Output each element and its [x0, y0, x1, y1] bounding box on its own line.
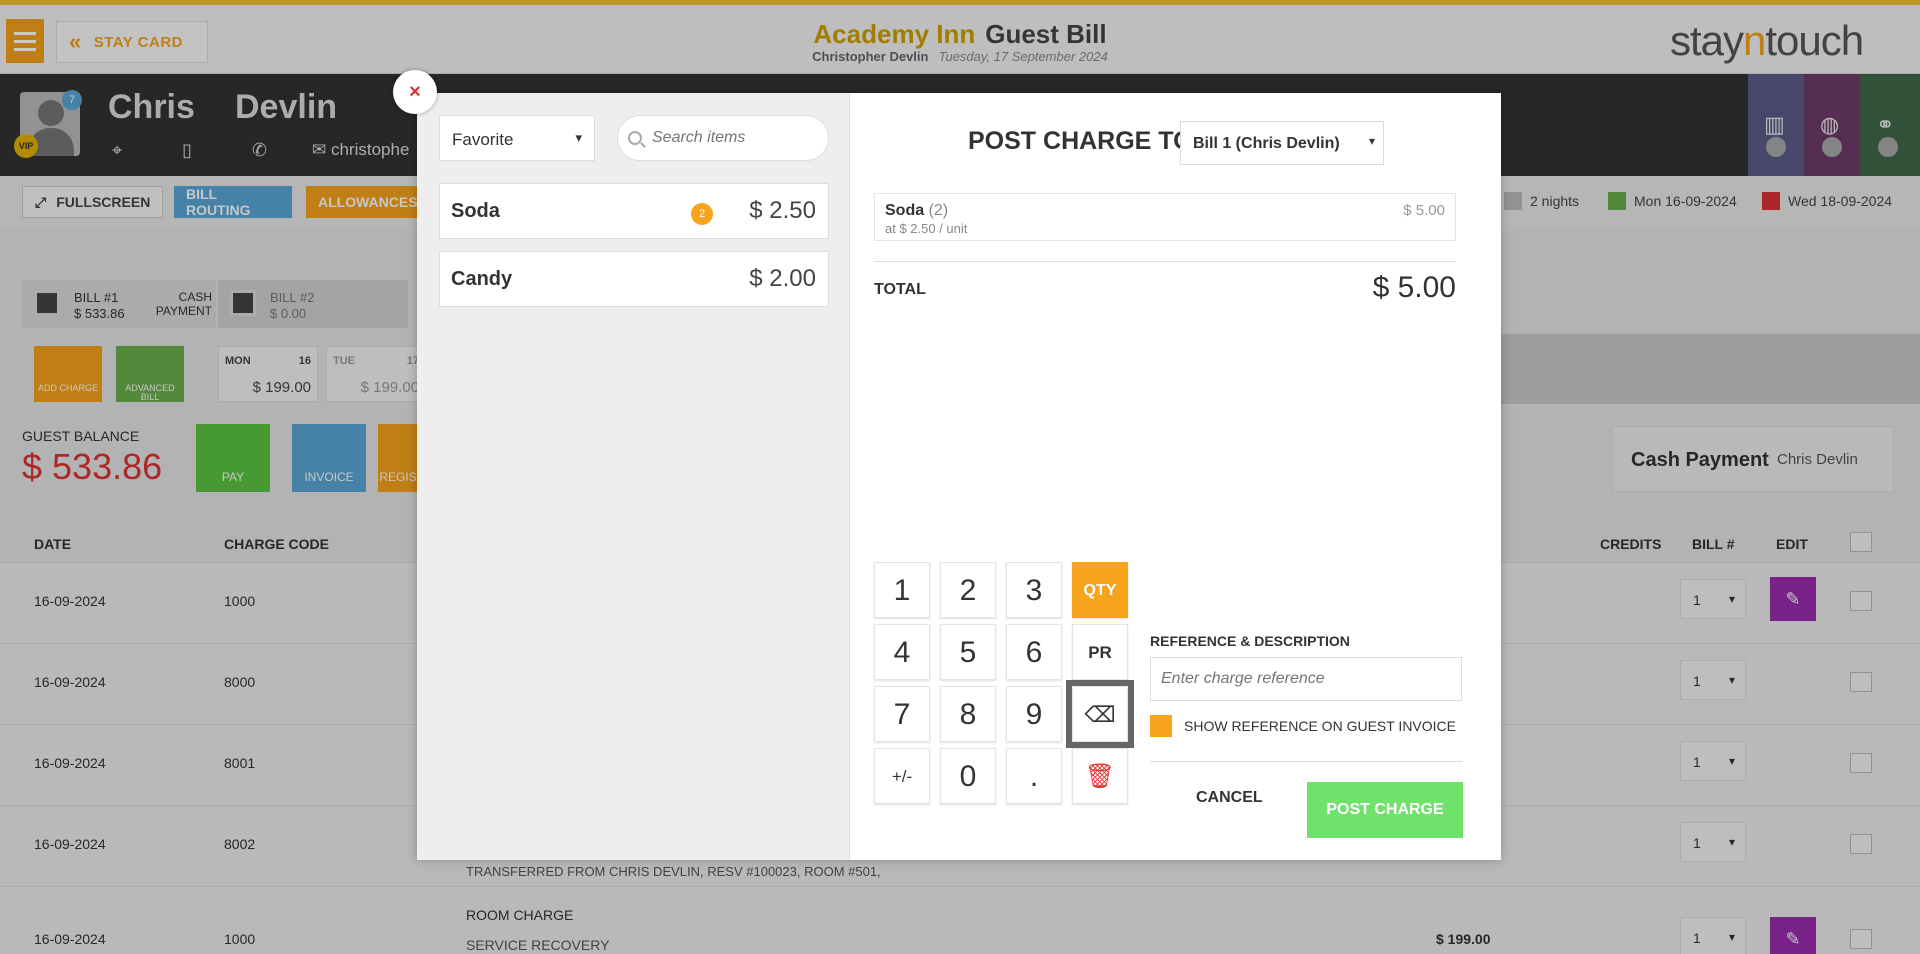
decimal-key[interactable]: .: [1006, 748, 1062, 804]
item-candy[interactable]: Candy $ 2.00: [439, 251, 829, 307]
show-reference-toggle[interactable]: SHOW REFERENCE ON GUEST INVOICE: [1150, 715, 1456, 737]
total-label: TOTAL: [874, 281, 926, 298]
charge-line-item[interactable]: Soda (2) at $ 2.50 / unit $ 5.00: [874, 193, 1456, 241]
key-6[interactable]: 6: [1006, 624, 1062, 680]
search-icon: [628, 131, 642, 145]
post-charge-to-label: POST CHARGE TO: [968, 127, 1193, 155]
charge-panel: POST CHARGE TO Bill 1 (Chris Devlin) Sod…: [850, 93, 1501, 860]
close-icon[interactable]: ×: [393, 70, 437, 114]
total-value: $ 5.00: [1372, 271, 1456, 304]
reference-label: REFERENCE & DESCRIPTION: [1150, 633, 1350, 649]
price-button[interactable]: PR: [1072, 624, 1128, 680]
reference-input[interactable]: [1150, 657, 1462, 701]
post-charge-button[interactable]: POST CHARGE: [1307, 782, 1463, 838]
item-picker: Favorite Soda 2 $ 2.50 Candy $ 2.00: [417, 93, 850, 860]
key-4[interactable]: 4: [874, 624, 930, 680]
trash-icon[interactable]: 🗑: [1072, 748, 1128, 804]
item-qty-badge: 2: [691, 203, 713, 225]
key-9[interactable]: 9: [1006, 686, 1062, 742]
post-charge-modal: Favorite Soda 2 $ 2.50 Candy $ 2.00 POST…: [417, 93, 1501, 860]
cancel-button[interactable]: CANCEL: [1196, 789, 1263, 807]
divider: [874, 261, 1456, 262]
item-soda[interactable]: Soda 2 $ 2.50: [439, 183, 829, 239]
search-box[interactable]: [617, 115, 829, 161]
plus-minus-button[interactable]: +/-: [874, 748, 930, 804]
category-select[interactable]: Favorite: [439, 115, 595, 161]
divider: [1150, 761, 1462, 762]
key-0[interactable]: 0: [940, 748, 996, 804]
key-2[interactable]: 2: [940, 562, 996, 618]
key-3[interactable]: 3: [1006, 562, 1062, 618]
show-reference-checkbox[interactable]: [1150, 715, 1172, 737]
key-7[interactable]: 7: [874, 686, 930, 742]
key-8[interactable]: 8: [940, 686, 996, 742]
key-5[interactable]: 5: [940, 624, 996, 680]
qty-button[interactable]: QTY: [1072, 562, 1128, 618]
show-reference-label: SHOW REFERENCE ON GUEST INVOICE: [1184, 718, 1456, 734]
bill-select[interactable]: Bill 1 (Chris Devlin): [1180, 121, 1384, 165]
search-input[interactable]: [652, 129, 802, 147]
backspace-icon[interactable]: ⌫: [1066, 680, 1134, 748]
key-1[interactable]: 1: [874, 562, 930, 618]
